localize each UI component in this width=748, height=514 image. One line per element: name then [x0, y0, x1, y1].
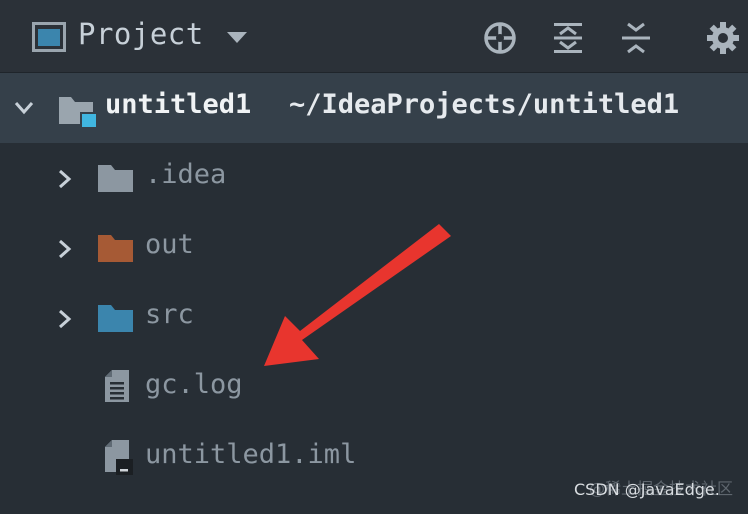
tree-item-src[interactable]: src — [0, 283, 748, 353]
tree-item-label: untitled1.iml — [145, 439, 357, 470]
collapse-all-icon[interactable] — [618, 20, 654, 56]
folder-icon — [98, 235, 133, 262]
root-project-path: ~/IdeaProjects/untitled1 — [289, 89, 680, 120]
chevron-right-icon[interactable] — [58, 169, 72, 189]
expand-all-icon[interactable] — [550, 20, 586, 56]
chevron-right-icon[interactable] — [58, 239, 72, 259]
tree-root-row[interactable]: untitled1 ~/IdeaProjects/untitled1 — [0, 73, 748, 143]
project-view-icon[interactable] — [32, 22, 66, 52]
locate-icon[interactable] — [482, 20, 518, 56]
project-toolbar: Project — [0, 0, 748, 73]
tree-item-gc-log[interactable]: gc.log — [0, 353, 748, 423]
chevron-down-icon[interactable] — [226, 31, 248, 44]
tree-item-label: src — [145, 299, 194, 330]
chevron-down-icon[interactable] — [14, 101, 34, 115]
tree-item-idea[interactable]: .idea — [0, 143, 748, 213]
chevron-right-icon[interactable] — [58, 309, 72, 329]
module-folder-icon — [59, 97, 97, 128]
module-file-icon — [105, 440, 133, 475]
gear-icon[interactable] — [705, 20, 741, 56]
text-file-icon — [105, 370, 129, 402]
tree-item-out[interactable]: out — [0, 213, 748, 283]
root-project-name: untitled1 — [105, 89, 252, 120]
panel-title[interactable]: Project — [78, 17, 204, 51]
tree-item-label: .idea — [145, 159, 227, 190]
folder-icon — [98, 305, 133, 332]
tree-item-label: gc.log — [145, 369, 243, 400]
folder-icon — [98, 165, 133, 192]
tree-item-label: out — [145, 229, 194, 260]
watermark: CSDN @JavaEdge. — [574, 480, 720, 499]
